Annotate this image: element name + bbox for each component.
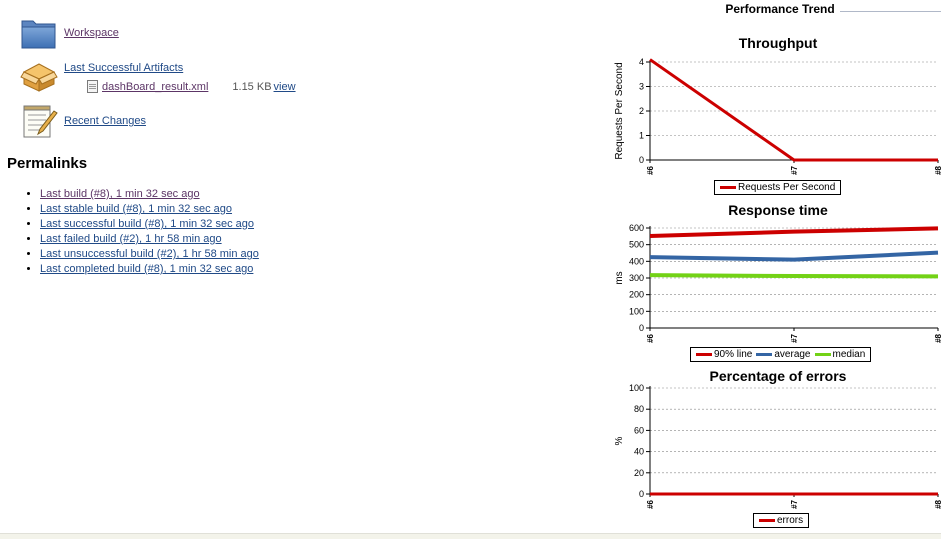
notepad-icon [23,105,58,138]
footer-bar [0,533,941,539]
y-tick-label: 20 [634,468,644,478]
permalink-last-unsuccessful-build[interactable]: Last unsuccessful build (#2), 1 hr 58 mi… [40,248,259,260]
permalink-last-completed-build[interactable]: Last completed build (#8), 1 min 32 sec … [40,263,253,275]
y-tick-label: 1 [639,131,644,141]
legend-label: average [774,349,811,360]
series-line-average [649,250,939,262]
file-icon [87,80,98,93]
y-tick-label: 0 [639,323,644,333]
y-tick-label: 2 [639,106,644,116]
artifact-size: 1.15 KB [232,80,272,93]
errors-chart: 0 20 40 60 80 100 #6 #7 #8% [614,383,941,509]
permalink-item: Last failed build (#2), 1 hr 58 min ago [40,232,259,247]
workspace-link[interactable]: Workspace [64,27,119,39]
permalink-item: Last completed build (#8), 1 min 32 sec … [40,262,259,277]
y-tick-label: 0 [639,489,644,499]
x-tick-label: #6 [646,499,655,508]
permalink-item: Last unsuccessful build (#2), 1 hr 58 mi… [40,247,259,262]
throughput-legend: Requests Per Second [714,180,842,195]
x-tick-label: #7 [790,499,799,508]
legend-swatch [720,186,736,189]
folder-icon [21,20,56,49]
permalink-item: Last build (#8), 1 min 32 sec ago [40,187,259,202]
y-tick-label: 40 [634,447,644,457]
legend-label: 90% line [714,349,753,360]
x-tick-label: #7 [790,333,799,342]
artifact-row: dashBoard_result.xml 1.15 KB view [87,80,296,93]
response-time-title: Response time [728,202,828,218]
series-line-median [649,273,939,279]
artifact-file-link[interactable]: dashBoard_result.xml [102,81,208,93]
y-tick-label: 80 [634,404,644,414]
y-tick-label: 3 [639,82,644,92]
legend-swatch [814,353,831,356]
y-tick-label: 300 [629,273,644,283]
performance-trend-title: Performance Trend [725,2,835,16]
permalink-last-successful-build[interactable]: Last successful build (#8), 1 min 32 sec… [40,218,254,230]
y-tick-label: 4 [639,57,644,67]
series-line-90-line [649,226,939,238]
x-tick-label: #8 [934,333,941,342]
response-time-legend: 90% line average median [690,347,872,362]
x-tick-label: #7 [790,165,799,174]
task-workspace: Workspace [20,16,119,50]
task-recent-changes: Recent Changes [20,103,146,139]
legend-label: Requests Per Second [738,182,836,193]
y-tick-label: 100 [629,383,644,393]
package-icon [20,63,58,92]
y-tick-label: 60 [634,425,644,435]
y-axis-label: Requests Per Second [614,62,625,159]
legend-swatch [759,519,775,522]
title-divider [840,11,941,12]
legend-swatch [696,353,712,356]
throughput-chart: 0 1 2 3 4 #6 #7 #8 Requests Per Second [614,57,941,175]
y-tick-label: 100 [629,306,644,316]
permalink-list: Last build (#8), 1 min 32 sec ago Last s… [24,187,259,277]
recent-changes-link[interactable]: Recent Changes [64,115,146,127]
permalink-item: Last successful build (#8), 1 min 32 sec… [40,217,259,232]
x-tick-label: #6 [646,333,655,342]
throughput-title: Throughput [738,35,818,51]
legend-swatch [756,353,773,356]
y-tick-label: 600 [629,223,644,233]
y-tick-label: 500 [629,240,644,250]
x-tick-label: #8 [934,499,941,508]
permalink-last-failed-build[interactable]: Last failed build (#2), 1 hr 58 min ago [40,233,222,245]
y-axis-label: ms [614,271,625,284]
last-successful-artifacts-link[interactable]: Last Successful Artifacts [64,62,183,74]
y-axis-label: % [614,436,625,445]
y-tick-label: 0 [639,155,644,165]
permalinks-heading: Permalinks [7,155,88,172]
y-tick-label: 400 [629,256,644,266]
permalink-last-build[interactable]: Last build (#8), 1 min 32 sec ago [40,188,200,200]
permalink-last-stable-build[interactable]: Last stable build (#8), 1 min 32 sec ago [40,203,232,215]
response-time-chart: 0 100 200 300 400 500 600 #6 #7 #8 ms [614,223,941,343]
legend-label: median [832,349,866,360]
permalink-item: Last stable build (#8), 1 min 32 sec ago [40,202,259,217]
legend-label: errors [777,515,804,526]
y-tick-label: 200 [629,290,644,300]
x-tick-label: #6 [646,165,655,174]
errors-legend: errors [753,513,810,528]
series-line-requests-per-second [649,58,938,162]
artifact-view-link[interactable]: view [274,81,296,93]
x-tick-label: #8 [934,165,941,174]
